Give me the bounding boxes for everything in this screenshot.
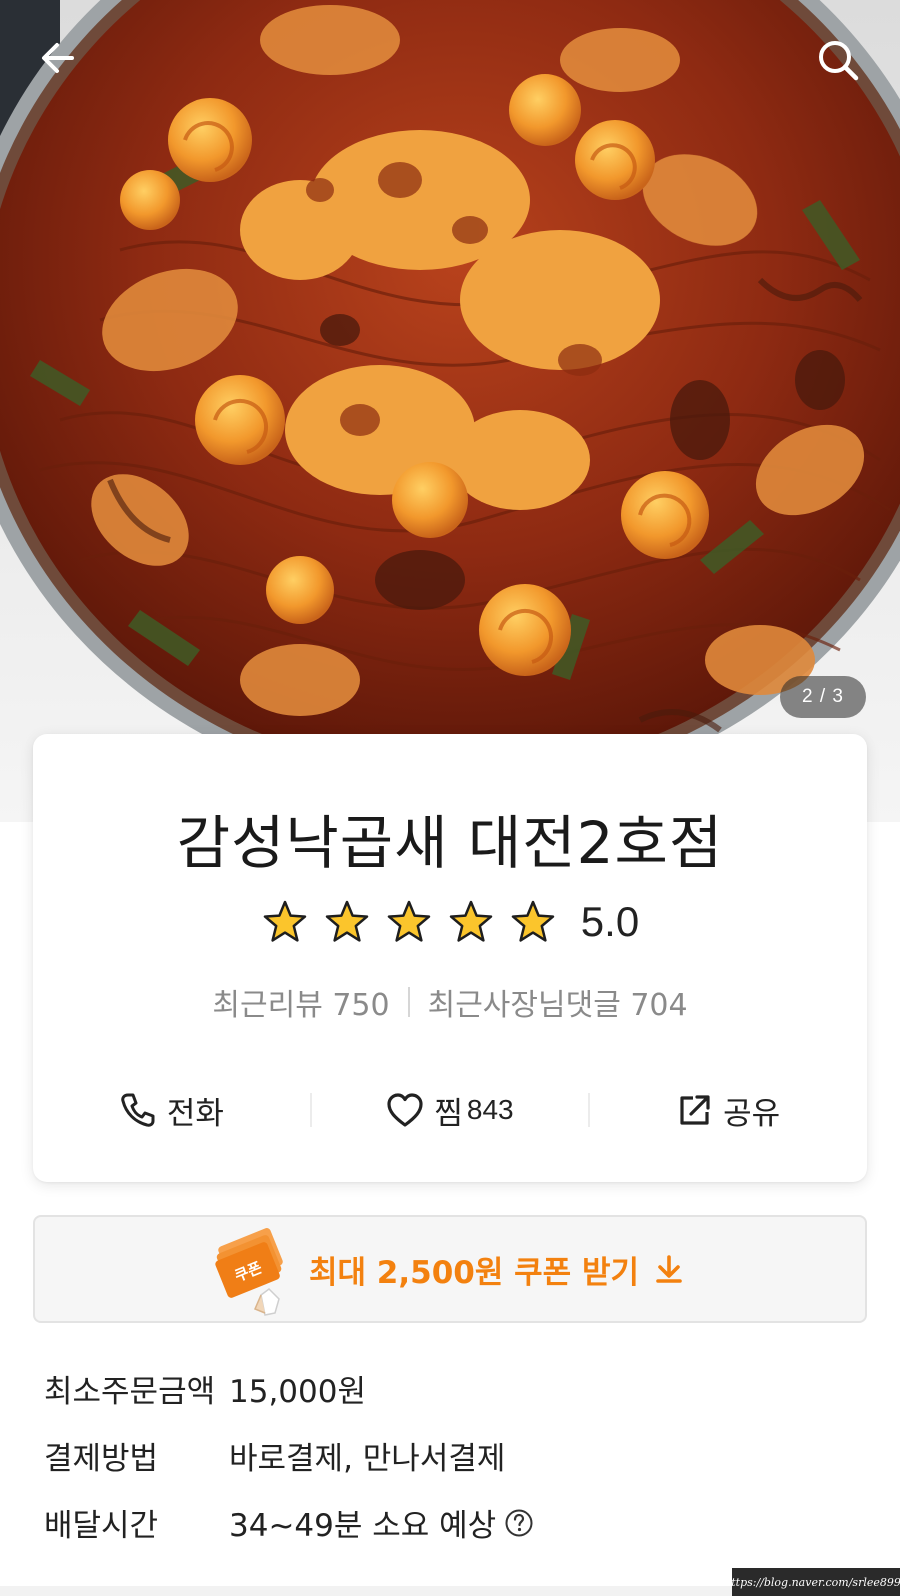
star-icon: [387, 900, 431, 942]
search-button[interactable]: [816, 38, 864, 86]
star-icon: [325, 900, 369, 942]
star-icon: [449, 900, 493, 942]
share-label: 공유: [723, 1095, 781, 1132]
call-label: 전화: [166, 1095, 224, 1132]
heart-icon: [387, 1093, 423, 1127]
favorite-count: 843: [466, 1094, 514, 1125]
call-button[interactable]: 전화: [33, 1078, 310, 1142]
payment-row: 결제방법 바로결제, 만나서결제: [44, 1433, 505, 1478]
recent-reviews-link[interactable]: 최근리뷰 750: [212, 980, 389, 1024]
rating-row: 5.0: [33, 894, 867, 950]
download-icon: [656, 1255, 682, 1283]
star-icon: [263, 900, 307, 942]
delivery-time-value: 34~49분 소요 예상: [229, 1508, 497, 1544]
star-icon: [511, 900, 555, 942]
delivery-time-label: 배달시간: [44, 1508, 159, 1544]
min-order-row: 최소주문금액 15,000원: [44, 1366, 366, 1411]
store-info-card: 감성낙곱새 대전2호점 5.0 최근리뷰 750 최근사장님댓글 704 전화 …: [33, 734, 867, 1182]
review-stats: 최근리뷰 750 최근사장님댓글 704: [33, 980, 867, 1024]
owner-replies-link[interactable]: 최근사장님댓글 704: [428, 980, 688, 1024]
min-order-value: 15,000원: [229, 1374, 366, 1410]
coupon-ticket-icon: 쿠폰: [215, 1228, 283, 1316]
arrow-left-icon: [42, 43, 74, 73]
question-circle-icon[interactable]: [504, 1508, 534, 1538]
store-name: 감성낙곱새 대전2호점: [176, 809, 724, 877]
blog-watermark: https://blog.naver.com/srlee8991: [724, 1568, 900, 1596]
delivery-time-value-wrap: 34~49분 소요 예상: [229, 1500, 534, 1545]
search-icon: [819, 41, 859, 81]
min-order-label: 최소주문금액: [44, 1374, 216, 1410]
coupon-label: 최대 2,500원 쿠폰 받기: [308, 1254, 640, 1291]
payment-value: 바로결제, 만나서결제: [229, 1441, 506, 1477]
delivery-time-row: 배달시간 34~49분 소요 예상: [44, 1500, 534, 1545]
coupon-download-button[interactable]: 쿠폰 최대 2,500원 쿠폰 받기: [33, 1215, 867, 1323]
store-photo-carousel[interactable]: 2 / 3: [0, 0, 900, 822]
rating-score: 5.0: [580, 898, 640, 945]
favorite-label: 찜: [434, 1095, 463, 1132]
photo-page-indicator: 2 / 3: [780, 676, 866, 718]
action-bar: 전화 찜 843 공유: [33, 1078, 867, 1142]
food-photo: [0, 0, 900, 822]
divider: [407, 987, 410, 1017]
phone-icon: [121, 1093, 155, 1127]
share-icon: [680, 1095, 710, 1125]
payment-label: 결제방법: [44, 1441, 159, 1477]
favorite-button[interactable]: 찜 843: [312, 1078, 589, 1142]
back-button[interactable]: [38, 38, 86, 86]
share-button[interactable]: 공유: [590, 1078, 867, 1142]
